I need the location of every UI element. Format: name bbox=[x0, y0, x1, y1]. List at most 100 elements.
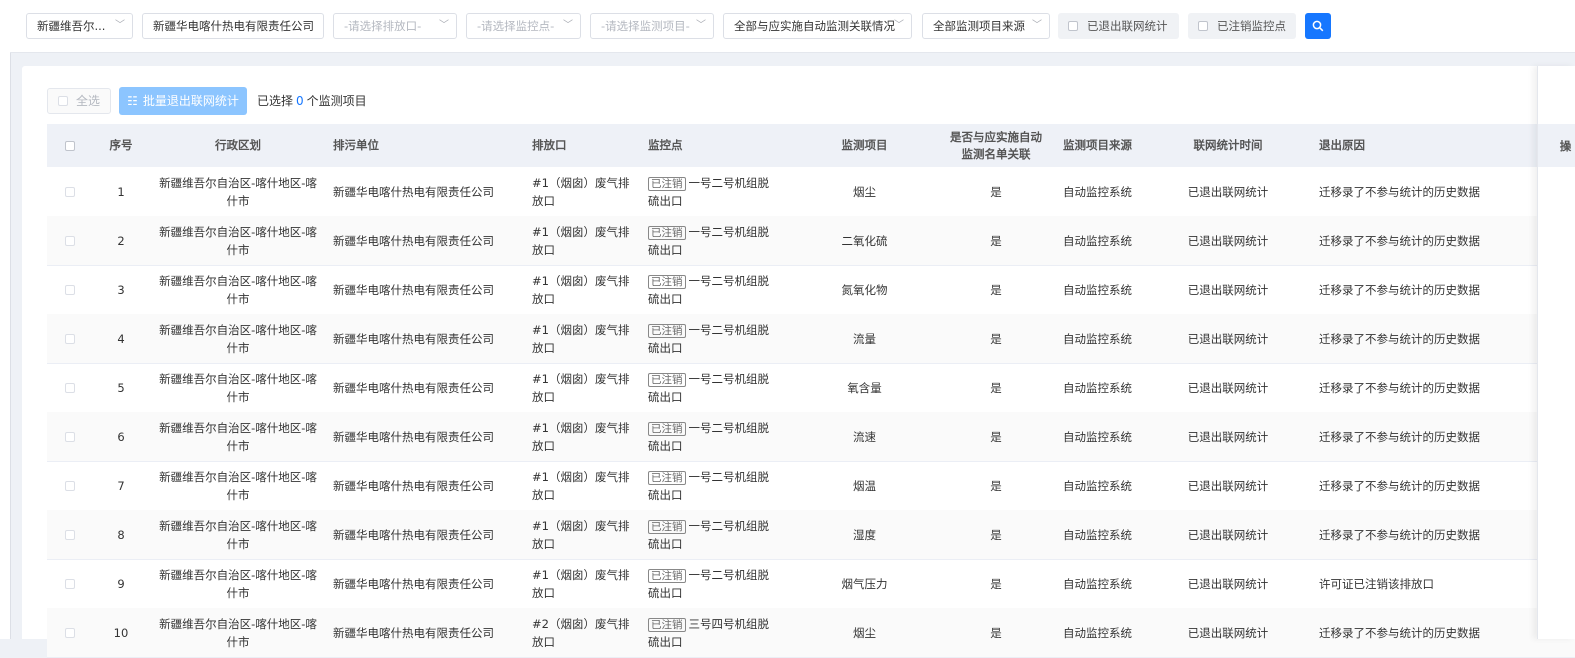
cell-unit: 新疆华电喀什热电有限责任公司 bbox=[333, 478, 494, 493]
table-row[interactable]: 10 新疆维吾尔自治区-喀什地区-喀什市 新疆华电喀什热电有限责任公司 #2（烟囱）废… bbox=[47, 608, 1575, 658]
header-outlet: 排放口 bbox=[532, 138, 567, 152]
cell-assoc: 是 bbox=[990, 184, 1002, 199]
checkbox-icon[interactable] bbox=[64, 140, 75, 151]
cell-source: 自动监控系统 bbox=[1063, 625, 1132, 640]
cell-stat-time: 已退出联网统计 bbox=[1187, 380, 1269, 395]
checkbox-icon[interactable] bbox=[64, 480, 75, 491]
cell-unit: 新疆华电喀什热电有限责任公司 bbox=[333, 331, 494, 346]
cell-reason: 迁移录了不参与统计的历史数据 bbox=[1319, 233, 1480, 248]
row-checkbox-cell bbox=[47, 412, 92, 461]
cell-outlet: #1（烟囱）废气排放口 bbox=[532, 273, 630, 306]
table-row[interactable]: 6 新疆维吾尔自治区-喀什地区-喀什市 新疆华电喀什热电有限责任公司 #1（烟囱）废气… bbox=[47, 412, 1575, 462]
checkbox-icon[interactable] bbox=[64, 627, 75, 638]
cancelled-tag: 已注销 bbox=[648, 372, 686, 387]
selection-prefix: 已选择 bbox=[257, 94, 294, 108]
checkbox-icon[interactable] bbox=[64, 333, 75, 344]
table-row[interactable]: 3 新疆维吾尔自治区-喀什地区-喀什市 新疆华电喀什热电有限责任公司 #1（烟囱）废气… bbox=[47, 265, 1575, 315]
content-panel: 全选 ☷ 批量退出联网统计 已选择 0 个监测项目 序号 行政区划 排污单位 排放口 … bbox=[22, 66, 1575, 658]
cancelled-tag: 已注销 bbox=[648, 421, 686, 436]
cell-unit: 新疆华电喀什热电有限责任公司 bbox=[333, 625, 494, 640]
cell-item: 烟尘 bbox=[853, 625, 876, 640]
checkbox-icon[interactable] bbox=[64, 529, 75, 540]
cell-unit: 新疆华电喀什热电有限责任公司 bbox=[333, 576, 494, 591]
cell-source: 自动监控系统 bbox=[1063, 478, 1132, 493]
cancelled-tag: 已注销 bbox=[648, 225, 686, 240]
selection-info: 已选择 0 个监测项目 bbox=[257, 87, 367, 115]
monitor-point-select[interactable]: -请选择监控点- ﹀ bbox=[466, 13, 581, 39]
cell-seq: 3 bbox=[117, 282, 125, 297]
cell-reason: 迁移录了不参与统计的历史数据 bbox=[1319, 429, 1480, 444]
cell-source: 自动监控系统 bbox=[1063, 527, 1132, 542]
row-checkbox-cell bbox=[47, 461, 92, 510]
cell-source: 自动监控系统 bbox=[1063, 282, 1132, 297]
company-select[interactable]: 新疆华电喀什热电有限责任公司 bbox=[142, 13, 324, 39]
checkbox-icon[interactable] bbox=[64, 284, 75, 295]
cell-item: 烟尘 bbox=[853, 184, 876, 199]
table-row[interactable]: 7 新疆维吾尔自治区-喀什地区-喀什市 新疆华电喀什热电有限责任公司 #1（烟囱）废气… bbox=[47, 461, 1575, 511]
cell-region: 新疆维吾尔自治区-喀什地区-喀什市 bbox=[159, 469, 317, 502]
cell-assoc: 是 bbox=[990, 380, 1002, 395]
cell-point: 已注销 一号二号机组脱硫出口 bbox=[648, 461, 773, 510]
chevron-down-icon: ﹀ bbox=[439, 20, 449, 31]
cell-item: 流速 bbox=[853, 429, 876, 444]
cancelled-tag: 已注销 bbox=[648, 274, 686, 289]
batch-exit-button[interactable]: ☷ 批量退出联网统计 bbox=[119, 87, 247, 115]
cell-reason: 许可证已注销该排放口 bbox=[1319, 576, 1434, 591]
cell-region: 新疆维吾尔自治区-喀什地区-喀什市 bbox=[159, 175, 317, 208]
checkbox-icon[interactable] bbox=[64, 431, 75, 442]
exited-checkbox-label: 已退出联网统计 bbox=[1087, 19, 1168, 33]
table-row[interactable]: 5 新疆维吾尔自治区-喀什地区-喀什市 新疆华电喀什热电有限责任公司 #1（烟囱）废气… bbox=[47, 363, 1575, 413]
header-point: 监控点 bbox=[648, 138, 683, 152]
cell-seq: 1 bbox=[117, 184, 125, 199]
checkbox-icon[interactable] bbox=[1068, 20, 1078, 31]
outlet-select[interactable]: -请选择排放口- ﹀ bbox=[333, 13, 457, 39]
cell-unit: 新疆华电喀什热电有限责任公司 bbox=[333, 380, 494, 395]
header-reason: 退出原因 bbox=[1319, 138, 1365, 152]
table-row[interactable]: 8 新疆维吾尔自治区-喀什地区-喀什市 新疆华电喀什热电有限责任公司 #1（烟囱）废气… bbox=[47, 510, 1575, 560]
cell-reason: 迁移录了不参与统计的历史数据 bbox=[1319, 625, 1480, 640]
search-button[interactable] bbox=[1305, 13, 1331, 39]
table-row[interactable]: 1 新疆维吾尔自治区-喀什地区-喀什市 新疆华电喀什热电有限责任公司 #1（烟囱）废气… bbox=[47, 167, 1575, 217]
row-checkbox-cell bbox=[47, 363, 92, 412]
cell-assoc: 是 bbox=[990, 625, 1002, 640]
checkbox-icon[interactable] bbox=[64, 235, 75, 246]
cell-region: 新疆维吾尔自治区-喀什地区-喀什市 bbox=[159, 567, 317, 600]
cell-point: 已注销 三号四号机组脱硫出口 bbox=[648, 608, 773, 657]
cell-stat-time: 已退出联网统计 bbox=[1187, 184, 1269, 199]
association-select[interactable]: 全部与应实施自动监测关联情况 ﹀ bbox=[723, 13, 912, 39]
checkbox-icon[interactable] bbox=[64, 578, 75, 589]
region-select-value: 新疆维吾尔... bbox=[37, 19, 106, 33]
cell-outlet: #1（烟囱）废气排放口 bbox=[532, 322, 630, 355]
cell-unit: 新疆华电喀什热电有限责任公司 bbox=[333, 184, 494, 199]
cell-outlet: #1（烟囱）废气排放口 bbox=[532, 175, 630, 208]
checkbox-icon[interactable] bbox=[64, 382, 75, 393]
exited-checkbox[interactable]: 已退出联网统计 bbox=[1058, 13, 1179, 39]
cell-point: 已注销 一号二号机组脱硫出口 bbox=[648, 167, 773, 216]
checkbox-icon[interactable] bbox=[1198, 20, 1208, 31]
cell-stat-time: 已退出联网统计 bbox=[1187, 625, 1269, 640]
cell-outlet: #1（烟囱）废气排放口 bbox=[532, 469, 630, 502]
cell-stat-time: 已退出联网统计 bbox=[1187, 429, 1269, 444]
select-all-button[interactable]: 全选 bbox=[47, 88, 111, 114]
monitor-item-select[interactable]: -请选择监测项目- ﹀ bbox=[590, 13, 714, 39]
checkbox-icon[interactable] bbox=[64, 186, 75, 197]
cell-assoc: 是 bbox=[990, 233, 1002, 248]
table-header: 序号 行政区划 排污单位 排放口 监控点 监测项目 是否与应实施自动监测名单关联… bbox=[47, 124, 1575, 167]
table-row[interactable]: 4 新疆维吾尔自治区-喀什地区-喀什市 新疆华电喀什热电有限责任公司 #1（烟囱）废气… bbox=[47, 314, 1575, 364]
cancelled-tag: 已注销 bbox=[648, 176, 686, 191]
cell-item: 氮氧化物 bbox=[841, 282, 888, 297]
region-select[interactable]: 新疆维吾尔... ﹀ bbox=[26, 13, 133, 39]
table-row[interactable]: 9 新疆维吾尔自治区-喀什地区-喀什市 新疆华电喀什热电有限责任公司 #1（烟囱）废气… bbox=[47, 559, 1575, 609]
row-checkbox-cell bbox=[47, 216, 92, 265]
cell-unit: 新疆华电喀什热电有限责任公司 bbox=[333, 429, 494, 444]
cell-source: 自动监控系统 bbox=[1063, 576, 1132, 591]
cell-point: 已注销 一号二号机组脱硫出口 bbox=[648, 559, 773, 608]
cell-seq: 8 bbox=[117, 527, 125, 542]
cell-item: 烟气压力 bbox=[841, 576, 888, 591]
source-select[interactable]: 全部监测项目来源 ﹀ bbox=[922, 13, 1050, 39]
cell-seq: 6 bbox=[117, 429, 125, 444]
cell-assoc: 是 bbox=[990, 282, 1002, 297]
cancelled-checkbox[interactable]: 已注销监控点 bbox=[1188, 13, 1296, 39]
cell-outlet: #1（烟囱）废气排放口 bbox=[532, 224, 630, 257]
table-row[interactable]: 2 新疆维吾尔自治区-喀什地区-喀什市 新疆华电喀什热电有限责任公司 #1（烟囱）废气… bbox=[47, 216, 1575, 266]
